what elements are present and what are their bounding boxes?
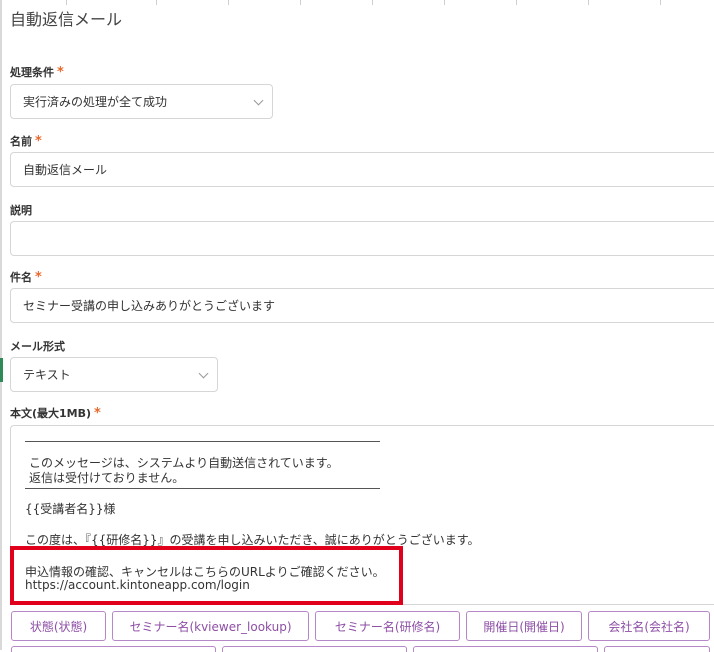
top-ruler <box>0 0 714 5</box>
condition-select-value: 実行済みの処理が全て成功 <box>23 95 168 109</box>
condition-select[interactable]: 実行済みの処理が全て成功 <box>10 84 273 119</box>
subject-input-value: セミナー受講の申し込みありがとうございます <box>23 299 276 313</box>
chevron-down-icon <box>253 95 264 105</box>
chevron-down-icon <box>198 368 209 378</box>
mail-format-select[interactable]: テキスト <box>10 357 218 392</box>
field-chip-next-row[interactable] <box>604 646 710 652</box>
page-title: 自動返信メール <box>10 10 123 29</box>
name-label: 名前 * <box>10 133 42 149</box>
description-label: 説明 <box>10 204 32 217</box>
name-input-value: 自動返信メール <box>23 163 108 177</box>
field-chip-company[interactable]: 会社名(会社名) <box>588 611 710 641</box>
body-line: 返信は受付けておりません。 <box>29 471 185 485</box>
name-label-text: 名前 <box>10 135 32 148</box>
body-label: 本文(最大1MB) * <box>10 405 101 421</box>
subject-input[interactable]: セミナー受講の申し込みありがとうございます <box>10 288 714 323</box>
separator-line <box>25 488 380 489</box>
separator-line <box>25 441 380 442</box>
required-mark: * <box>94 406 101 421</box>
highlight-annotation <box>10 546 403 605</box>
description-input[interactable] <box>10 221 714 256</box>
mail-format-label: メール形式 <box>10 340 65 353</box>
required-mark: * <box>57 65 64 80</box>
field-chip-seminar-lookup[interactable]: セミナー名(kviewer_lookup) <box>112 611 309 641</box>
required-mark: * <box>35 134 42 149</box>
condition-label-text: 処理条件 <box>10 66 54 79</box>
field-chip-seminar-name[interactable]: セミナー名(研修名) <box>315 611 460 641</box>
name-input[interactable]: 自動返信メール <box>10 152 714 187</box>
left-border <box>0 0 2 650</box>
field-chip-status[interactable]: 状態(状態) <box>11 611 106 641</box>
required-mark: * <box>35 270 42 285</box>
condition-label: 処理条件 * <box>10 64 64 80</box>
selection-marker <box>0 358 3 382</box>
field-chip-next-row[interactable] <box>413 646 598 652</box>
mail-format-select-value: テキスト <box>23 368 71 382</box>
field-chip-next-row[interactable] <box>222 646 407 652</box>
subject-label-text: 件名 <box>10 271 32 284</box>
body-label-text: 本文(最大1MB) <box>10 407 92 420</box>
field-chip-next-row[interactable] <box>11 646 216 652</box>
body-line: {{受講者名}}様 <box>25 502 116 516</box>
field-chip-date[interactable]: 開催日(開催日) <box>466 611 582 641</box>
subject-label: 件名 * <box>10 269 42 285</box>
